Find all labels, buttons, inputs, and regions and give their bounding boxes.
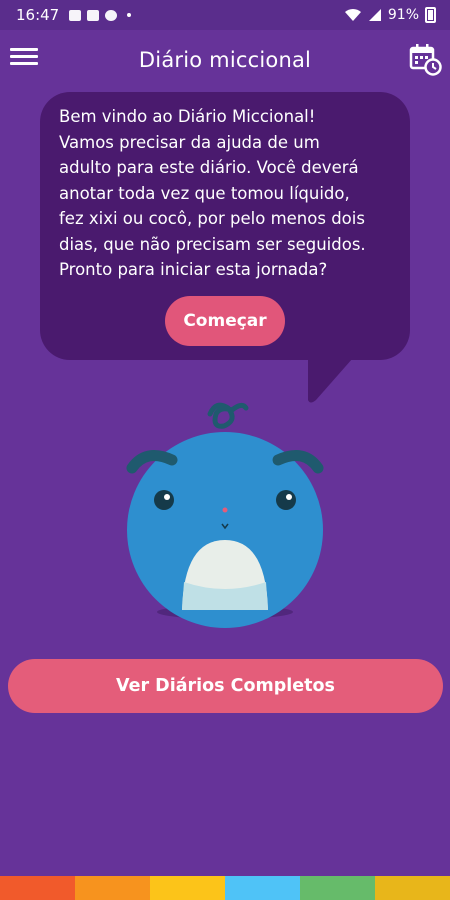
stripe-segment-green	[300, 876, 375, 900]
stripe-segment-orange	[75, 876, 150, 900]
mascot-character	[126, 402, 324, 628]
welcome-line: Vamos precisar da ajuda de um	[59, 132, 320, 152]
welcome-message: Bem vindo ao Diário Miccional! Vamos pre…	[59, 104, 394, 283]
image-notification-icon	[69, 9, 82, 21]
notification-icons	[69, 9, 132, 21]
app-bar: Diário miccional	[0, 30, 450, 90]
welcome-line: Bem vindo ao Diário Miccional!	[59, 107, 316, 126]
welcome-line: fez xixi ou cocô, por pelo menos dois	[59, 209, 365, 228]
wifi-icon	[344, 8, 361, 21]
welcome-line: dias, que não precisam ser seguidos.	[59, 234, 366, 254]
status-bar: 16:47 91%	[0, 0, 450, 30]
bottom-color-stripe	[0, 876, 450, 900]
battery-percent: 91%	[387, 7, 419, 23]
welcome-line: Pronto para iniciar esta jornada?	[59, 260, 328, 279]
stripe-segment-orange-red	[0, 876, 75, 900]
view-full-diaries-button[interactable]: Ver Diários Completos	[8, 659, 443, 713]
page-title: Diário miccional	[138, 48, 312, 72]
status-right: 91%	[344, 7, 436, 23]
signal-icon	[368, 9, 381, 21]
at-notification-icon	[105, 9, 118, 21]
stripe-segment-yellow	[150, 876, 225, 900]
stripe-segment-blue	[225, 876, 300, 900]
stripe-segment-gold	[375, 876, 450, 900]
battery-icon	[425, 7, 436, 23]
welcome-line: adulto para este diário. Você deverá	[59, 158, 359, 177]
status-time: 16:47	[16, 6, 60, 24]
bubble-tail	[308, 350, 360, 403]
calendar-clock-icon[interactable]	[408, 42, 442, 76]
hamburger-menu-icon[interactable]	[10, 44, 38, 72]
mail-notification-icon	[87, 9, 100, 21]
more-notifications-icon	[127, 13, 132, 17]
start-button[interactable]: Começar	[165, 296, 285, 346]
welcome-line: anotar toda vez que tomou líquido,	[59, 183, 350, 203]
